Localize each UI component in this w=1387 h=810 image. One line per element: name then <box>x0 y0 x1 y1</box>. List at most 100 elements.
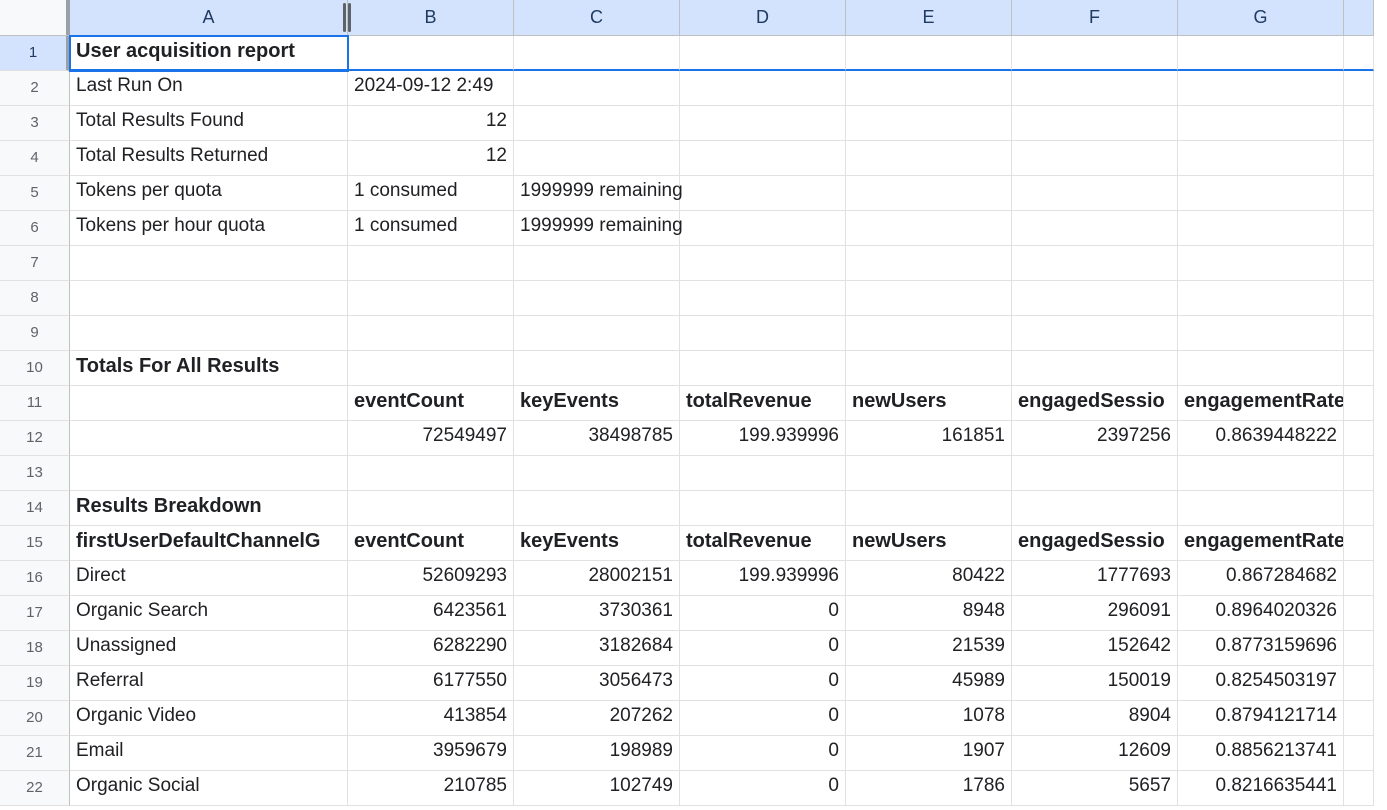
cell-G14[interactable] <box>1178 491 1344 526</box>
cell-E17[interactable]: 8948 <box>846 596 1012 631</box>
cell-A5[interactable]: Tokens per quota <box>70 176 348 211</box>
cell-F18[interactable]: 152642 <box>1012 631 1178 666</box>
cell-F6[interactable] <box>1012 211 1178 246</box>
cell-H8[interactable] <box>1344 281 1374 316</box>
cell-D6[interactable] <box>680 211 846 246</box>
cell-D20[interactable]: 0 <box>680 701 846 736</box>
cell-D5[interactable] <box>680 176 846 211</box>
row-header-8[interactable]: 8 <box>0 281 70 316</box>
cell-B1[interactable] <box>348 36 514 71</box>
cell-H7[interactable] <box>1344 246 1374 281</box>
cell-C2[interactable] <box>514 71 680 106</box>
cell-A13[interactable] <box>70 456 348 491</box>
cell-G21[interactable]: 0.8856213741 <box>1178 736 1344 771</box>
column-resize-handle[interactable] <box>342 3 352 32</box>
cell-E21[interactable]: 1907 <box>846 736 1012 771</box>
cell-G10[interactable] <box>1178 351 1344 386</box>
cell-A12[interactable] <box>70 421 348 456</box>
row-header-13[interactable]: 13 <box>0 456 70 491</box>
row-header-7[interactable]: 7 <box>0 246 70 281</box>
cell-D12[interactable]: 199.939996 <box>680 421 846 456</box>
cell-A6[interactable]: Tokens per hour quota <box>70 211 348 246</box>
cell-G20[interactable]: 0.8794121714 <box>1178 701 1344 736</box>
cell-G8[interactable] <box>1178 281 1344 316</box>
cell-E12[interactable]: 161851 <box>846 421 1012 456</box>
row-header-4[interactable]: 4 <box>0 141 70 176</box>
cell-B13[interactable] <box>348 456 514 491</box>
cell-A17[interactable]: Organic Search <box>70 596 348 631</box>
cell-G17[interactable]: 0.8964020326 <box>1178 596 1344 631</box>
row-header-20[interactable]: 20 <box>0 701 70 736</box>
cell-C9[interactable] <box>514 316 680 351</box>
cell-C19[interactable]: 3056473 <box>514 666 680 701</box>
cell-H16[interactable] <box>1344 561 1374 596</box>
cell-A15[interactable]: firstUserDefaultChannelG <box>70 526 348 561</box>
cell-B5[interactable]: 1 consumed <box>348 176 514 211</box>
cell-F17[interactable]: 296091 <box>1012 596 1178 631</box>
column-header-b[interactable]: B <box>348 0 514 36</box>
cell-E9[interactable] <box>846 316 1012 351</box>
cell-C14[interactable] <box>514 491 680 526</box>
cell-D4[interactable] <box>680 141 846 176</box>
cell-C4[interactable] <box>514 141 680 176</box>
cell-E6[interactable] <box>846 211 1012 246</box>
cell-A7[interactable] <box>70 246 348 281</box>
cell-C18[interactable]: 3182684 <box>514 631 680 666</box>
cell-D16[interactable]: 199.939996 <box>680 561 846 596</box>
cell-A16[interactable]: Direct <box>70 561 348 596</box>
cell-E20[interactable]: 1078 <box>846 701 1012 736</box>
cell-C1[interactable] <box>514 36 680 71</box>
cell-B2[interactable]: 2024-09-12 2:49 <box>348 71 514 106</box>
row-header-18[interactable]: 18 <box>0 631 70 666</box>
cell-H2[interactable] <box>1344 71 1374 106</box>
cell-B11[interactable]: eventCount <box>348 386 514 421</box>
cell-H20[interactable] <box>1344 701 1374 736</box>
cell-G7[interactable] <box>1178 246 1344 281</box>
cell-G1[interactable] <box>1178 36 1344 71</box>
cell-F12[interactable]: 2397256 <box>1012 421 1178 456</box>
cell-B3[interactable]: 12 <box>348 106 514 141</box>
cell-A4[interactable]: Total Results Returned <box>70 141 348 176</box>
cell-A10[interactable]: Totals For All Results <box>70 351 348 386</box>
cell-D19[interactable]: 0 <box>680 666 846 701</box>
cell-C20[interactable]: 207262 <box>514 701 680 736</box>
column-header-h[interactable] <box>1344 0 1374 36</box>
cell-A22[interactable]: Organic Social <box>70 771 348 806</box>
cell-F16[interactable]: 1777693 <box>1012 561 1178 596</box>
row-header-16[interactable]: 16 <box>0 561 70 596</box>
cell-E10[interactable] <box>846 351 1012 386</box>
cell-E11[interactable]: newUsers <box>846 386 1012 421</box>
cell-A2[interactable]: Last Run On <box>70 71 348 106</box>
cell-B20[interactable]: 413854 <box>348 701 514 736</box>
cell-G16[interactable]: 0.867284682 <box>1178 561 1344 596</box>
cell-D14[interactable] <box>680 491 846 526</box>
cell-B12[interactable]: 72549497 <box>348 421 514 456</box>
cell-E5[interactable] <box>846 176 1012 211</box>
cell-F2[interactable] <box>1012 71 1178 106</box>
cell-B7[interactable] <box>348 246 514 281</box>
cell-D15[interactable]: totalRevenue <box>680 526 846 561</box>
cell-H18[interactable] <box>1344 631 1374 666</box>
cell-E2[interactable] <box>846 71 1012 106</box>
cell-F8[interactable] <box>1012 281 1178 316</box>
cell-D3[interactable] <box>680 106 846 141</box>
cell-F1[interactable] <box>1012 36 1178 71</box>
cell-H6[interactable] <box>1344 211 1374 246</box>
cell-F22[interactable]: 5657 <box>1012 771 1178 806</box>
cell-E1[interactable] <box>846 36 1012 71</box>
cell-E14[interactable] <box>846 491 1012 526</box>
cell-F13[interactable] <box>1012 456 1178 491</box>
row-header-22[interactable]: 22 <box>0 771 70 806</box>
cell-B10[interactable] <box>348 351 514 386</box>
cell-H17[interactable] <box>1344 596 1374 631</box>
cell-G4[interactable] <box>1178 141 1344 176</box>
cell-B4[interactable]: 12 <box>348 141 514 176</box>
cell-G12[interactable]: 0.8639448222 <box>1178 421 1344 456</box>
cell-A11[interactable] <box>70 386 348 421</box>
cell-F15[interactable]: engagedSessio <box>1012 526 1178 561</box>
cell-A14[interactable]: Results Breakdown <box>70 491 348 526</box>
cell-C16[interactable]: 28002151 <box>514 561 680 596</box>
cell-D17[interactable]: 0 <box>680 596 846 631</box>
cell-F9[interactable] <box>1012 316 1178 351</box>
cell-F4[interactable] <box>1012 141 1178 176</box>
